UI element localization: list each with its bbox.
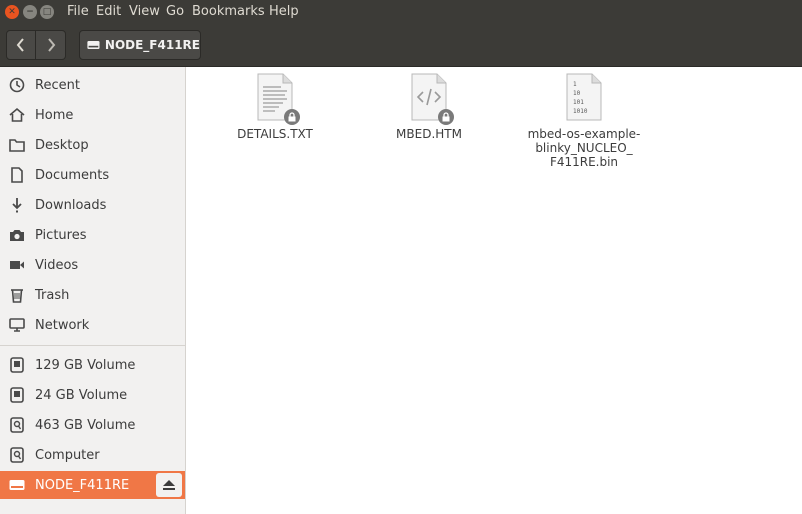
file-item-mbed-bin[interactable]: 1 10 101 1010 mbed-os-example- blinky_NU… [519, 73, 649, 169]
clock-icon [8, 76, 26, 94]
sidebar-item-computer[interactable]: Computer [0, 441, 185, 469]
sidebar-item-label: Home [35, 107, 74, 123]
html-file-icon [409, 73, 454, 125]
sidebar-item-desktop[interactable]: Desktop [0, 131, 185, 159]
sidebar-item-network[interactable]: Network [0, 311, 185, 339]
path-label: NODE_F411RE [104, 38, 200, 52]
binary-line: 10 [573, 90, 581, 97]
sidebar-item-documents[interactable]: Documents [0, 161, 185, 189]
back-button[interactable] [6, 30, 36, 60]
sidebar-item-recent[interactable]: Recent [0, 71, 185, 99]
sidebar-item-videos[interactable]: Videos [0, 251, 185, 279]
menu-bar: ✕ − □ File Edit View Go Bookmarks Help [0, 0, 802, 25]
download-icon [8, 196, 26, 214]
sidebar-item-label: Desktop [35, 137, 89, 153]
network-icon [8, 316, 26, 334]
sidebar-item-label: Videos [35, 257, 79, 273]
eject-icon [163, 480, 175, 490]
sidebar-item-label: Pictures [35, 227, 87, 243]
usb-drive-icon [8, 476, 26, 494]
binary-file-icon: 1 10 101 1010 [564, 73, 604, 121]
lock-icon [284, 109, 300, 125]
file-view: DETAILS.TXT MBED.HTM 1 10 101 1010 mbed-… [186, 67, 802, 514]
sidebar-item-129gb-volume[interactable]: 129 GB Volume [0, 351, 185, 379]
menu-file[interactable]: File [67, 4, 89, 19]
menu-go[interactable]: Go [166, 4, 184, 19]
menu-edit[interactable]: Edit [96, 4, 121, 19]
disk-icon [8, 416, 26, 434]
eject-button[interactable] [156, 473, 182, 497]
file-item-mbed-htm[interactable]: MBED.HTM [364, 73, 494, 141]
home-icon [8, 106, 26, 124]
sidebar-item-label: Downloads [35, 197, 107, 213]
sidebar-item-node-f411re[interactable]: NODE_F411RE [0, 471, 185, 499]
binary-line: 101 [573, 99, 584, 106]
file-name: MBED.HTM [396, 127, 462, 141]
toolbar: NODE_F411RE [0, 25, 802, 67]
file-item-details-txt[interactable]: DETAILS.TXT [210, 73, 340, 141]
close-icon[interactable]: ✕ [5, 5, 19, 19]
sidebar-item-label: Documents [35, 167, 110, 183]
sidebar-item-label: Network [35, 317, 90, 333]
file-name-line: blinky_NUCLEO_ [535, 141, 633, 155]
sidebar-separator [0, 345, 185, 346]
sidebar-item-trash[interactable]: Trash [0, 281, 185, 309]
sidebar-item-24gb-volume[interactable]: 24 GB Volume [0, 381, 185, 409]
minimize-icon[interactable]: − [23, 5, 37, 19]
sidebar-item-463gb-volume[interactable]: 463 GB Volume [0, 411, 185, 439]
chevron-left-icon [16, 38, 24, 52]
folder-icon [8, 136, 26, 154]
sidebar: Recent Home Desktop Documents Downloads … [0, 67, 186, 514]
sidebar-item-label: 463 GB Volume [35, 417, 136, 433]
sidebar-item-label: Trash [35, 287, 70, 303]
trash-icon [8, 286, 26, 304]
sidebar-item-label: Computer [35, 447, 100, 463]
camera-icon [8, 226, 26, 244]
drive-icon [8, 386, 26, 404]
maximize-icon[interactable]: □ [40, 5, 54, 19]
file-name: mbed-os-example- blinky_NUCLEO_ F411RE.b… [519, 127, 649, 169]
chevron-right-icon [47, 38, 55, 52]
binary-line: 1010 [573, 108, 588, 115]
menu-view[interactable]: View [129, 4, 160, 19]
drive-icon [87, 40, 100, 50]
video-icon [8, 256, 26, 274]
disk-icon [8, 446, 26, 464]
drive-icon [8, 356, 26, 374]
sidebar-item-home[interactable]: Home [0, 101, 185, 129]
sidebar-item-label: Recent [35, 77, 80, 93]
sidebar-item-downloads[interactable]: Downloads [0, 191, 185, 219]
sidebar-item-pictures[interactable]: Pictures [0, 221, 185, 249]
binary-line: 1 [573, 81, 577, 88]
lock-icon [438, 109, 454, 125]
file-name-line: F411RE.bin [549, 155, 619, 169]
sidebar-item-label: 24 GB Volume [35, 387, 128, 403]
path-bar-button[interactable]: NODE_F411RE [79, 30, 201, 60]
file-name: DETAILS.TXT [237, 127, 313, 141]
sidebar-item-label: 129 GB Volume [35, 357, 136, 373]
document-icon [8, 166, 26, 184]
forward-button[interactable] [36, 30, 66, 60]
text-file-icon [255, 73, 300, 125]
file-name-line: mbed-os-example- [527, 127, 641, 141]
menu-help[interactable]: Help [269, 4, 299, 19]
sidebar-item-label: NODE_F411RE [35, 477, 130, 493]
menu-bookmarks[interactable]: Bookmarks [192, 4, 265, 19]
